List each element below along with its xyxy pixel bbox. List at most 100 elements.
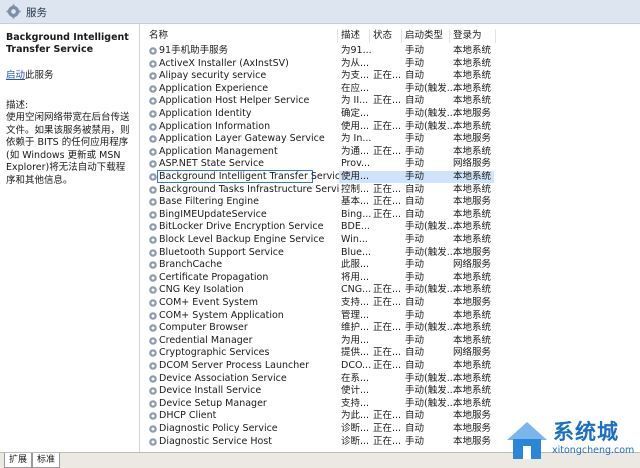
service-desc: 控制... [341,183,370,195]
service-row[interactable]: COM+ System Application 管理... 手动 本地系统 [140,310,640,323]
service-logon: 网络服务 [453,347,492,359]
service-logon: 本地系统 [453,145,492,157]
service-status: 正在... [373,196,402,208]
service-startup: 自动 [405,70,425,82]
service-gear-icon [149,72,157,80]
service-row[interactable]: Computer Browser 维护... 正在... 手动(触发... 本地系统 [140,322,640,335]
service-row[interactable]: Block Level Backup Engine Service Win... 手… [140,234,640,247]
start-service-suffix: 此服务 [25,70,54,81]
service-desc: 为 II... [341,95,369,107]
service-row[interactable]: Background Intelligent Transfer Service 使… [140,170,640,184]
tab-standard[interactable]: 标准 [32,453,61,468]
column-header-name[interactable]: 名称 [149,29,168,43]
service-logon: 本地系统 [453,70,492,82]
service-name: Certificate Propagation [159,271,269,283]
service-desc: 在应... [341,82,370,94]
service-startup: 自动 [405,347,425,359]
service-description: 使用空闲网络带宽在后台传送文件。如果该服务被禁用，则依赖于 BITS 的任何应用… [6,112,130,186]
tab-extended[interactable]: 扩展 [4,453,33,468]
service-logon: 本地系统 [453,360,492,371]
service-desc: 将用... [341,271,370,283]
service-row[interactable]: Application Management 为通... 正在... 手动 本地系统 [140,146,640,159]
service-startup: 自动 [405,423,425,434]
service-row[interactable]: Device Install Service 使计... 手动(触发... 本地系统 [140,385,640,398]
services-list[interactable]: 名称 描述 状态 启动类型 登录为 91手机助手服务 为91... 手动 本地系统 Ac… [140,24,640,452]
service-desc: 为从... [341,57,370,69]
service-row[interactable]: Credential Manager 为用... 手动 本地系统 [140,335,640,348]
service-row[interactable]: Device Association Service 在系... 手动(触发... 本… [140,373,640,386]
service-logon: 本地系统 [453,221,492,233]
service-name: Background Tasks Infrastructure Service [159,183,339,195]
column-separator[interactable] [495,29,496,43]
service-startup: 手动(触发... [405,322,455,334]
service-row[interactable]: BranchCache 此服... 手动 网络服务 [140,259,640,272]
service-row[interactable]: Background Tasks Infrastructure Service 控… [140,184,640,197]
window-title: 服务 [26,7,47,19]
column-header-startup[interactable]: 启动类型 [405,29,443,43]
service-logon: 本地系统 [453,309,492,321]
service-name: BitLocker Drive Encryption Service [159,221,324,233]
service-row[interactable]: DCOM Server Process Launcher DCO... 正在... 自… [140,360,640,373]
service-row[interactable]: 91手机助手服务 为91... 手动 本地系统 [140,45,640,58]
details-pane: Background Intelligent Transfer Service … [0,24,140,452]
service-gear-icon [149,349,157,358]
service-row[interactable]: Cryptographic Services 提供... 正在... 自动 网络服务 [140,347,640,360]
service-status: 正在... [373,347,402,359]
service-gear-icon [149,173,157,181]
service-logon: 本地系统 [453,322,492,334]
service-row[interactable]: Base Filtering Engine 基本... 正在... 自动 本地服务 [140,196,640,209]
start-service-link[interactable]: 启动 [6,70,25,81]
service-startup: 手动 [405,309,425,321]
service-name: ActiveX Installer (AxInstSV) [159,57,289,69]
service-gear-icon [149,122,157,131]
column-separator[interactable] [401,29,402,43]
service-row[interactable]: Bluetooth Support Service Blue... 手动(触发...… [140,247,640,260]
service-name: 91手机助手服务 [159,45,229,56]
service-name: BingIMEUpdateService [159,208,267,220]
service-row[interactable]: Application Experience 在应... 手动(触发... 本地系统 [140,83,640,96]
service-row[interactable]: COM+ Event System 支持... 正在... 自动 本地服务 [140,297,640,310]
service-status: 正在... [373,208,402,220]
service-row[interactable]: Device Setup Manager 支持... 手动(触发... 本地系统 [140,398,640,411]
service-name: Application Identity [159,108,252,119]
service-gear-icon [149,437,157,446]
service-desc: 为用... [341,334,370,346]
service-row[interactable]: BingIMEUpdateService Bing... 正在... 自动 本地系统 [140,209,640,222]
service-logon: 本地系统 [453,284,492,296]
service-status: 正在... [373,120,402,132]
column-header-status[interactable]: 状态 [373,29,392,43]
column-separator[interactable] [449,29,450,43]
service-row[interactable]: Alipay security service 为支... 正在... 自动 本地系统 [140,70,640,83]
service-row[interactable]: Application Layer Gateway Service 为 In...… [140,133,640,146]
column-separator[interactable] [337,29,338,43]
service-startup: 手动(触发... [405,221,455,233]
service-gear-icon [149,261,157,269]
service-logon: 本地系统 [453,82,492,94]
column-separator[interactable] [369,29,370,43]
service-row[interactable]: Application Host Helper Service 为 II... 正在… [140,95,640,108]
service-logon: 网络服务 [453,259,492,271]
service-row[interactable]: Application Information 使用... 正在... 手动(触发..… [140,121,640,134]
service-row[interactable]: Application Identity 确定... 手动(触发... 本地服务 [140,108,640,121]
column-header-logon[interactable]: 登录为 [453,29,482,43]
service-gear-icon [149,59,157,68]
service-row[interactable]: BitLocker Drive Encryption Service BDE...… [140,221,640,234]
service-name: BranchCache [159,259,223,271]
service-desc: 为 In... [341,133,371,145]
service-desc: 为通... [341,145,370,157]
service-row[interactable]: Certificate Propagation 将用... 手动 本地系统 [140,272,640,285]
service-logon: 本地系统 [453,183,492,195]
service-status: 正在... [373,360,402,371]
column-header-desc[interactable]: 描述 [341,29,360,43]
service-gear-icon [149,110,157,118]
service-logon: 本地服务 [453,196,492,208]
service-status: 正在... [373,322,402,334]
service-logon: 本地服务 [453,108,492,119]
service-row[interactable]: ActiveX Installer (AxInstSV) 为从... 手动 本地系统 [140,58,640,71]
service-logon: 本地系统 [453,45,492,56]
watermark: 系统城 xitongcheng.com [503,414,637,466]
service-desc: Prov... [341,158,371,170]
service-row[interactable]: CNG Key Isolation CNG... 正在... 手动(触发... 本地系统 [140,284,640,297]
watermark-logo-icon [507,422,547,459]
service-startup: 手动(触发... [405,385,455,397]
